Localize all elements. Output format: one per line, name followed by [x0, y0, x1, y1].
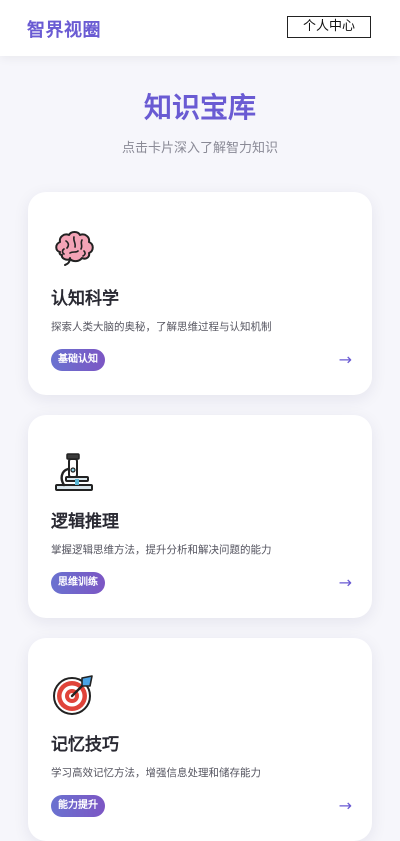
arrow-right-icon[interactable]: →	[339, 795, 352, 817]
card-description: 学习高效记忆方法，增强信息处理和储存能力	[51, 767, 261, 779]
card-title: 逻辑推理	[51, 512, 119, 532]
knowledge-card-logic[interactable]: 逻辑推理 掌握逻辑思维方法，提升分析和解决问题的能力 思维训练 →	[28, 415, 372, 618]
profile-button[interactable]: 个人中心	[287, 16, 371, 38]
knowledge-card-cognitive[interactable]: 认知科学 探索人类大脑的奥秘，了解思维过程与认知机制 基础认知 →	[28, 192, 372, 395]
card-tag-badge: 思维训练	[51, 572, 105, 594]
card-tag-badge: 基础认知	[51, 349, 105, 371]
page-title: 知识宝库	[143, 91, 256, 124]
page-subtitle: 点击卡片深入了解智力知识	[121, 141, 278, 156]
brand-logo[interactable]: 智界视圈	[27, 16, 101, 42]
card-tag-badge: 能力提升	[51, 795, 105, 817]
arrow-right-icon[interactable]: →	[339, 349, 352, 371]
brain-icon	[52, 226, 96, 270]
arrow-right-icon[interactable]: →	[339, 572, 352, 594]
microscope-icon	[52, 449, 96, 493]
card-description: 掌握逻辑思维方法，提升分析和解决问题的能力	[51, 544, 272, 556]
top-header: 智界视圈 个人中心	[0, 0, 400, 56]
card-description: 探索人类大脑的奥秘，了解思维过程与认知机制	[51, 321, 272, 333]
target-icon	[52, 672, 96, 716]
card-title: 记忆技巧	[51, 735, 119, 755]
card-title: 认知科学	[51, 289, 119, 309]
knowledge-card-memory[interactable]: 记忆技巧 学习高效记忆方法，增强信息处理和储存能力 能力提升 →	[28, 638, 372, 841]
